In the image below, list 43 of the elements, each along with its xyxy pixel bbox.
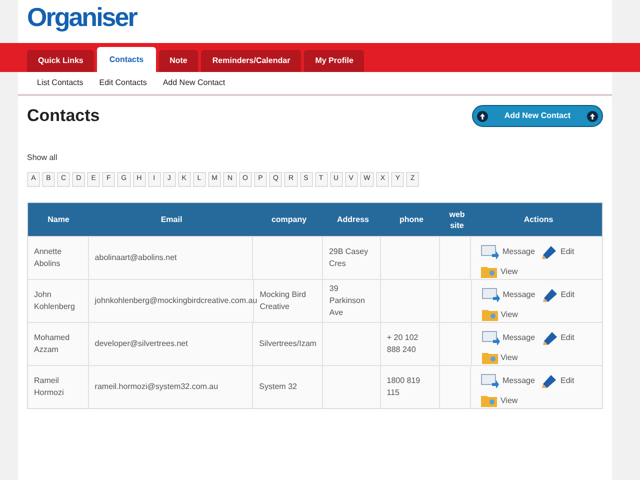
pencil-icon (542, 287, 558, 303)
envelope-icon (481, 374, 500, 388)
action-link[interactable]: Message (481, 372, 542, 390)
action-link[interactable]: View (482, 350, 542, 365)
action-link[interactable]: View (481, 264, 542, 279)
nav-tab[interactable]: My Profile (304, 50, 364, 72)
show-all-link[interactable]: Show all (27, 153, 58, 162)
pencil-icon (541, 244, 558, 260)
action-link[interactable]: Message (482, 329, 542, 347)
nav-tab[interactable]: Quick Links (27, 50, 94, 72)
subnav-link[interactable]: List Contacts (37, 77, 84, 89)
page-heading: Contacts (27, 105, 100, 128)
action-link[interactable]: View (481, 393, 542, 408)
folder-icon (481, 265, 498, 278)
add-contact-button[interactable]: Add New Contact (472, 105, 603, 127)
nav-tab[interactable]: Note (158, 50, 198, 72)
folder-icon (482, 351, 498, 364)
action-link[interactable]: View (482, 307, 542, 322)
action-link[interactable]: Edit (541, 243, 592, 261)
subnav-link[interactable]: Edit Contacts (99, 77, 147, 89)
pencil-icon (541, 373, 558, 389)
envelope-icon (481, 245, 500, 259)
table-cell: rameil.hormozi@system32.com.au (88, 366, 254, 408)
subnav-link[interactable]: Add New Contact (162, 77, 226, 89)
table-header: Name Email company Address phone web site Actions (28, 203, 602, 236)
envelope-icon (482, 331, 500, 345)
action-link[interactable]: Edit (542, 286, 592, 304)
logo: Organiser (27, 2, 136, 32)
arrow-up-icon (586, 110, 598, 122)
folder-icon (482, 308, 498, 321)
table-cell: 1800 819 115 (380, 366, 440, 408)
action-link[interactable]: Message (482, 286, 542, 304)
arrow-up-icon (477, 110, 488, 122)
action-link[interactable]: Edit (541, 372, 592, 390)
table-cell: System 32 (253, 366, 323, 408)
table-cell: Rameil Hormozi (28, 366, 89, 408)
action-link[interactable]: Message (481, 243, 542, 261)
nav-tab[interactable]: Contacts (97, 47, 156, 72)
nav-tab[interactable]: Reminders/Calendar (201, 50, 302, 72)
pencil-icon (542, 330, 558, 346)
action-link[interactable]: Edit (542, 329, 592, 347)
envelope-icon (482, 288, 500, 302)
folder-icon (481, 394, 498, 407)
